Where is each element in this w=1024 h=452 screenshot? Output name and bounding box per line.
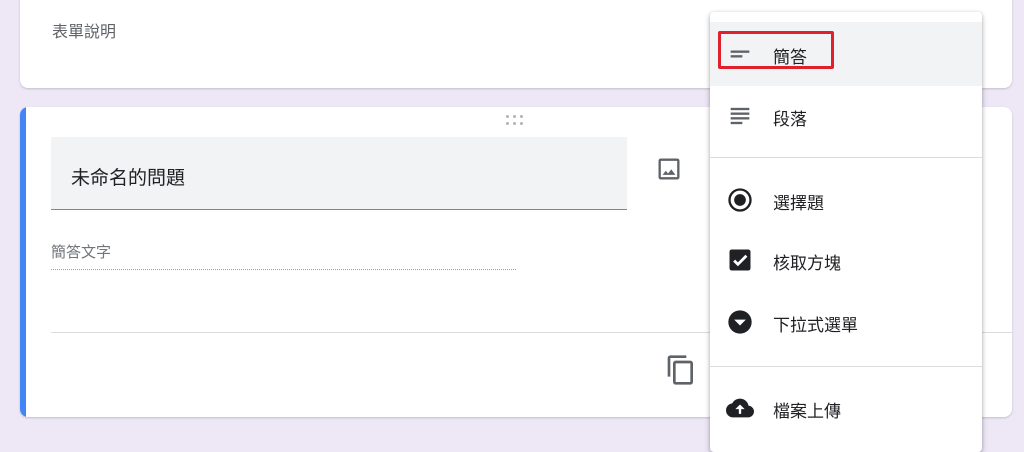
menu-item-file-upload[interactable]: 檔案上傳 (710, 378, 982, 438)
menu-divider (710, 157, 982, 158)
menu-item-label: 選擇題 (773, 194, 824, 214)
checkbox-icon (729, 249, 751, 271)
short-answer-placeholder: 簡答文字 (51, 243, 112, 261)
menu-item-paragraph[interactable]: 段落 (710, 86, 982, 146)
radio-button-icon (728, 188, 752, 212)
copy-icon (667, 355, 693, 385)
menu-item-label: 檔案上傳 (773, 402, 841, 422)
answer-underline (51, 269, 516, 270)
menu-divider (710, 366, 982, 367)
menu-item-label: 核取方塊 (773, 254, 841, 274)
cloud-upload-icon (726, 398, 754, 418)
form-description-field[interactable]: 表單說明 (52, 18, 116, 42)
menu-item-label: 下拉式選單 (773, 316, 858, 336)
menu-item-label: 段落 (773, 110, 807, 130)
selection-highlight-annotation (718, 31, 834, 69)
menu-item-multiple-choice[interactable]: 選擇題 (710, 170, 982, 230)
drag-handle-icon[interactable] (506, 115, 526, 127)
dropdown-icon (728, 310, 752, 334)
question-type-menu: 簡答 段落 選擇題 核取方塊 下拉式選單 檔案上傳 (710, 12, 982, 452)
active-question-indicator (20, 107, 26, 417)
menu-item-dropdown[interactable]: 下拉式選單 (710, 292, 982, 352)
menu-item-checkboxes[interactable]: 核取方塊 (710, 230, 982, 290)
duplicate-button[interactable] (665, 354, 697, 386)
paragraph-icon (730, 107, 750, 125)
question-title-input[interactable]: 未命名的問題 (51, 137, 627, 210)
image-icon (658, 158, 680, 180)
question-title: 未命名的問題 (71, 167, 186, 189)
add-image-button[interactable] (655, 155, 683, 183)
